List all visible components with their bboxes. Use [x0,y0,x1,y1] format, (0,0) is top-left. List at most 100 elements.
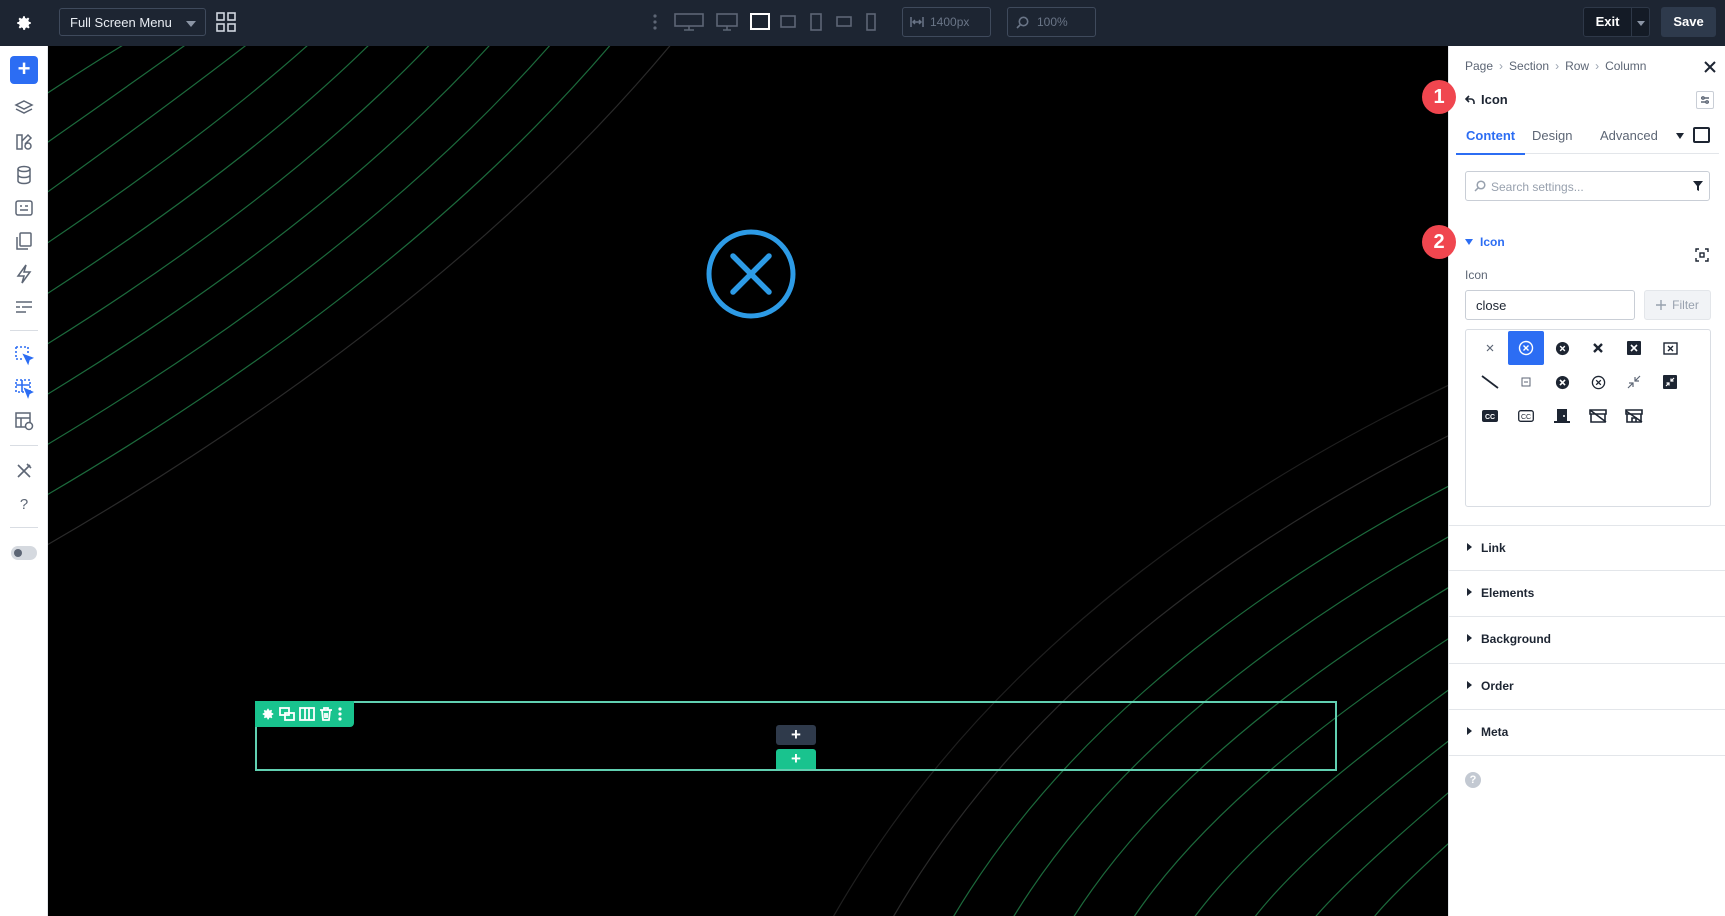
add-module-button[interactable]: + [10,56,38,84]
step-badge-1: 1 [1422,80,1456,114]
close-square-filled-icon[interactable] [1616,331,1652,365]
preview-layout-icon[interactable] [13,410,35,432]
section-link[interactable]: Link [1449,525,1725,571]
section-elements[interactable]: Elements [1449,570,1725,616]
close-circle-filled-icon[interactable] [1544,331,1580,365]
theme-builder-icon[interactable] [13,131,35,153]
list-icon[interactable] [13,296,35,318]
slash-icon[interactable] [1472,365,1508,399]
top-bar: Full Screen Menu 1400px 100% Exit Save [0,0,1725,46]
svg-text:?: ? [20,496,28,513]
laptop-active-icon[interactable] [750,13,770,30]
tab-design[interactable]: Design [1532,128,1572,154]
filter-button[interactable]: Filter [1644,290,1711,320]
pages-icon[interactable] [13,230,35,252]
help-icon[interactable]: ? [13,493,35,515]
icon-search-input[interactable]: close [1465,290,1635,320]
collapse-arrows-icon[interactable] [1616,365,1652,399]
module-title: Icon [1481,92,1508,107]
back-arrow-icon[interactable] [1465,94,1475,105]
background-wave-lines [48,46,1448,916]
exit-button[interactable]: Exit [1583,7,1632,37]
filter-funnel-icon[interactable] [1692,180,1704,192]
search-input[interactable]: Search settings... [1491,180,1584,194]
width-arrows-icon [910,17,924,27]
tablet-landscape-icon[interactable] [780,15,796,28]
save-button[interactable]: Save [1661,7,1716,37]
icon-group-toggle[interactable]: Icon [1465,235,1505,249]
caret-right-icon [1467,543,1472,551]
breadcrumb-page[interactable]: Page [1465,59,1493,73]
row-delete-icon[interactable] [319,707,333,721]
section-order-label: Order [1481,679,1514,693]
builder-canvas[interactable]: + + [48,46,1448,916]
close-circle-dark-icon[interactable] [1544,365,1580,399]
grid-layout-icon[interactable] [216,12,236,32]
template-icon[interactable] [13,197,35,219]
caret-right-icon [1467,588,1472,596]
tab-content[interactable]: Content [1456,128,1526,155]
breadcrumb-section[interactable]: Section [1509,59,1549,73]
add-module-plus-button[interactable]: + [776,725,816,745]
closed-captions-filled-icon[interactable]: CC [1472,399,1508,433]
section-background[interactable]: Background [1449,616,1725,662]
row-columns-icon[interactable] [299,707,315,721]
close-circle-icon[interactable] [705,228,797,320]
module-title-row[interactable]: Icon [1465,92,1508,107]
exit-options-dropdown[interactable] [1632,7,1650,37]
tablet-portrait-icon[interactable] [810,13,822,31]
canvas-width-field[interactable]: 1400px [902,7,991,37]
row-more-icon[interactable] [337,707,343,721]
close-square-outline-icon[interactable] [1652,331,1688,365]
close-bold-icon[interactable] [1580,331,1616,365]
page-selector[interactable]: Full Screen Menu [59,8,206,36]
section-order[interactable]: Order [1449,663,1725,709]
settings-search[interactable]: Search settings... [1465,171,1710,201]
minus-square-small-icon[interactable] [1508,365,1544,399]
phone-landscape-icon[interactable] [836,16,852,27]
caret-right-icon [1467,727,1472,735]
row-settings-icon[interactable] [261,707,275,721]
close-circle-thin-icon[interactable] [1580,365,1616,399]
chevron-down-icon [186,21,196,27]
focus-frame-icon[interactable] [1695,248,1709,262]
breadcrumb-row[interactable]: Row [1565,59,1589,73]
svg-text:CC: CC [1485,414,1495,421]
click-element-icon[interactable] [13,344,35,366]
breadcrumb-column[interactable]: Column [1605,59,1646,73]
tab-advanced[interactable]: Advanced [1600,128,1658,154]
lightning-icon[interactable] [13,263,35,285]
caret-right-icon [1467,634,1472,642]
tools-icon[interactable] [13,460,35,482]
close-circle-outline-icon[interactable] [1508,331,1544,365]
icon-field-label: Icon [1465,268,1488,282]
section-background-label: Background [1481,632,1552,646]
select-grid-icon[interactable] [13,377,35,399]
sidebar-divider [10,330,38,331]
door-closed-icon[interactable] [1544,399,1580,433]
section-meta[interactable]: Meta [1449,709,1725,756]
store-closed-icon[interactable] [1580,399,1616,433]
phone-portrait-icon[interactable] [866,13,876,31]
section-link-label: Link [1481,541,1506,555]
shop-closed-icon[interactable] [1616,399,1652,433]
zoom-field[interactable]: 100% [1007,7,1096,37]
help-circle-icon[interactable]: ? [1465,772,1481,788]
close-panel-icon[interactable] [1703,60,1717,74]
closed-captions-outline-icon[interactable]: CC [1508,399,1544,433]
tab-dropdown-icon[interactable] [1676,133,1684,139]
panel-options-icon[interactable] [1696,91,1714,109]
widescreen-desktop-icon[interactable] [674,13,704,31]
desktop-icon[interactable] [716,13,738,31]
row-duplicate-icon[interactable] [279,707,295,721]
sidebar-divider [10,527,38,528]
database-icon[interactable] [13,164,35,186]
mode-toggle[interactable] [11,546,37,560]
more-vertical-icon[interactable] [652,12,658,32]
layers-icon[interactable] [13,98,35,120]
settings-gear-icon[interactable] [0,0,48,46]
add-row-plus-button[interactable]: + [776,749,816,769]
collapse-square-icon[interactable] [1652,365,1688,399]
close-thin-icon[interactable] [1472,331,1508,365]
preset-square-icon[interactable] [1693,127,1710,143]
